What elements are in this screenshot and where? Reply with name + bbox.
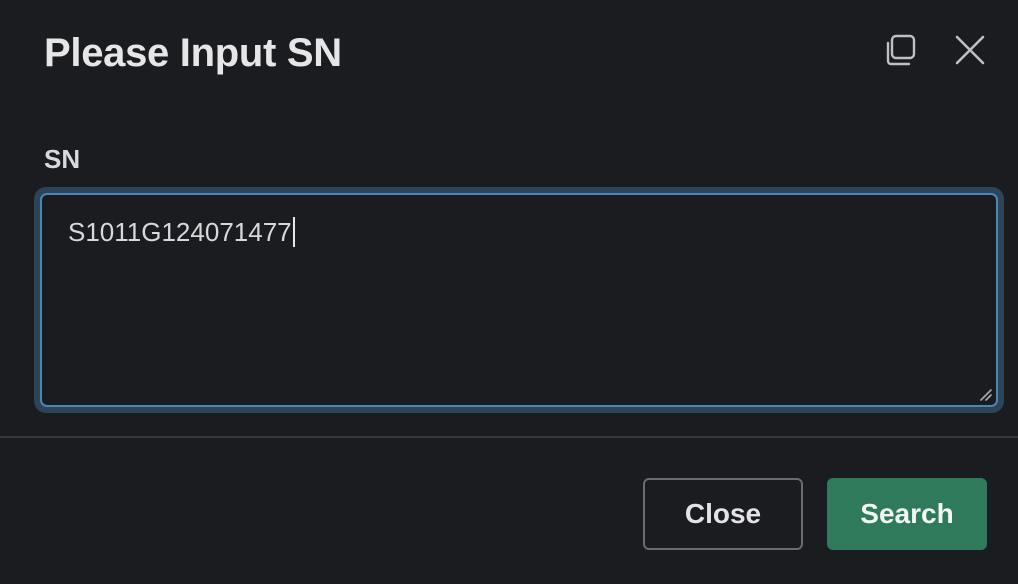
- sn-textarea[interactable]: S1011G124071477: [40, 193, 998, 407]
- close-button[interactable]: Close: [643, 478, 803, 550]
- dialog-footer: Close Search: [0, 438, 1018, 584]
- sn-textarea-focus-ring: S1011G124071477: [34, 187, 1004, 413]
- close-icon: [955, 35, 985, 65]
- sn-input-dialog: Please Input SN SN S1011G124071477 Close…: [0, 0, 1018, 584]
- sn-textarea-value: S1011G124071477: [68, 217, 292, 247]
- sn-field-label: SN: [44, 144, 81, 174]
- restore-window-button[interactable]: [882, 32, 918, 68]
- close-dialog-button[interactable]: [952, 32, 988, 68]
- dialog-title: Please Input SN: [44, 31, 342, 75]
- dialog-header: Please Input SN: [0, 0, 1018, 108]
- dialog-body: SN S1011G124071477: [0, 108, 1018, 436]
- dialog-header-actions: [882, 32, 988, 68]
- restore-window-icon: [886, 34, 916, 66]
- text-caret: [292, 217, 295, 247]
- search-button[interactable]: Search: [827, 478, 987, 550]
- resize-handle-icon[interactable]: [978, 387, 992, 401]
